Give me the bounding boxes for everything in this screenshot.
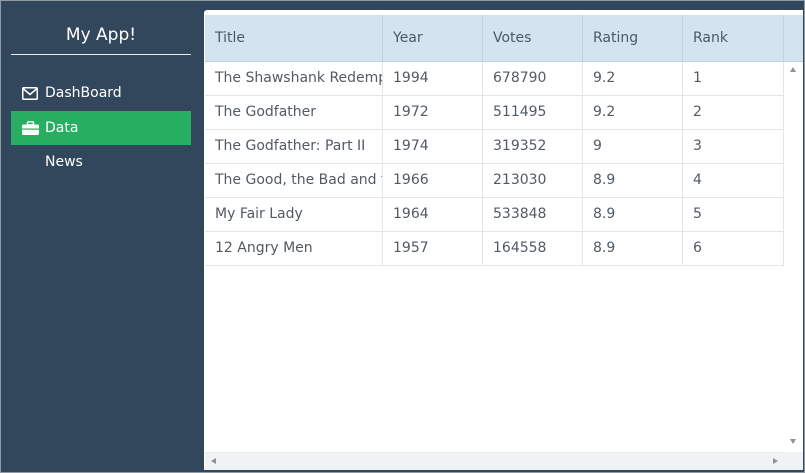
cell-year: 1974 — [383, 130, 483, 163]
cell-votes: 511495 — [483, 96, 583, 129]
cell-rank: 6 — [683, 232, 784, 265]
column-header-rank[interactable]: Rank — [683, 15, 784, 61]
table-body: The Shawshank Redemption 1994 678790 9.2… — [205, 62, 784, 452]
cell-rating: 9 — [583, 130, 683, 163]
table-row[interactable]: The Godfather 1972 511495 9.2 2 — [205, 96, 784, 130]
cell-votes: 319352 — [483, 130, 583, 163]
cell-rank: 5 — [683, 198, 784, 231]
cell-title: The Godfather — [205, 96, 383, 129]
cell-title: The Good, the Bad and the Ugly — [205, 164, 383, 197]
briefcase-icon — [21, 111, 39, 145]
sidebar-item-news[interactable]: News — [11, 145, 191, 179]
data-grid-panel: Title Year Votes Rating Rank The Shawsha… — [204, 10, 803, 470]
vertical-scrollbar[interactable] — [784, 62, 803, 452]
cell-year: 1957 — [383, 232, 483, 265]
cell-rating: 9.2 — [583, 96, 683, 129]
cell-votes: 164558 — [483, 232, 583, 265]
table-row[interactable]: The Shawshank Redemption 1994 678790 9.2… — [205, 62, 784, 96]
cell-rating: 8.9 — [583, 164, 683, 197]
sidebar-item-data[interactable]: Data — [11, 111, 191, 145]
cell-year: 1972 — [383, 96, 483, 129]
column-header-rating[interactable]: Rating — [583, 15, 683, 61]
table-row[interactable]: 12 Angry Men 1957 164558 8.9 6 — [205, 232, 784, 266]
cell-year: 1964 — [383, 198, 483, 231]
table-row[interactable]: The Good, the Bad and the Ugly 1966 2130… — [205, 164, 784, 198]
sidebar-item-label: DashBoard — [45, 85, 122, 101]
app-window: My App! DashBoard Data News Title Year V… — [0, 0, 805, 473]
cell-title: The Shawshank Redemption — [205, 62, 383, 95]
column-header-year[interactable]: Year — [383, 15, 483, 61]
cell-rank: 4 — [683, 164, 784, 197]
cell-votes: 678790 — [483, 62, 583, 95]
scroll-right-icon[interactable] — [773, 458, 778, 464]
cell-rating: 8.9 — [583, 232, 683, 265]
scroll-left-icon[interactable] — [211, 458, 216, 464]
horizontal-scrollbar[interactable] — [205, 452, 784, 470]
cell-year: 1966 — [383, 164, 483, 197]
cell-rating: 8.9 — [583, 198, 683, 231]
table-row[interactable]: The Godfather: Part II 1974 319352 9 3 — [205, 130, 784, 164]
scroll-up-icon[interactable] — [790, 67, 796, 72]
cell-year: 1994 — [383, 62, 483, 95]
column-header-votes[interactable]: Votes — [483, 15, 583, 61]
cell-votes: 213030 — [483, 164, 583, 197]
sidebar-item-dashboard[interactable]: DashBoard — [11, 76, 191, 110]
sidebar-item-label: News — [45, 154, 83, 170]
column-header-title[interactable]: Title — [205, 15, 383, 61]
sidebar-item-label: Data — [45, 120, 79, 136]
table-row[interactable]: My Fair Lady 1964 533848 8.9 5 — [205, 198, 784, 232]
cell-title: My Fair Lady — [205, 198, 383, 231]
cell-title: 12 Angry Men — [205, 232, 383, 265]
cell-rank: 3 — [683, 130, 784, 163]
cell-rating: 9.2 — [583, 62, 683, 95]
scrollbar-corner — [784, 452, 803, 470]
table-header: Title Year Votes Rating Rank — [205, 15, 803, 62]
sidebar: My App! DashBoard Data News — [1, 1, 201, 472]
cell-rank: 2 — [683, 96, 784, 129]
envelope-icon — [21, 76, 39, 110]
cell-title: The Godfather: Part II — [205, 130, 383, 163]
scroll-down-icon[interactable] — [790, 439, 796, 444]
app-title: My App! — [11, 15, 191, 55]
cell-votes: 533848 — [483, 198, 583, 231]
cell-rank: 1 — [683, 62, 784, 95]
